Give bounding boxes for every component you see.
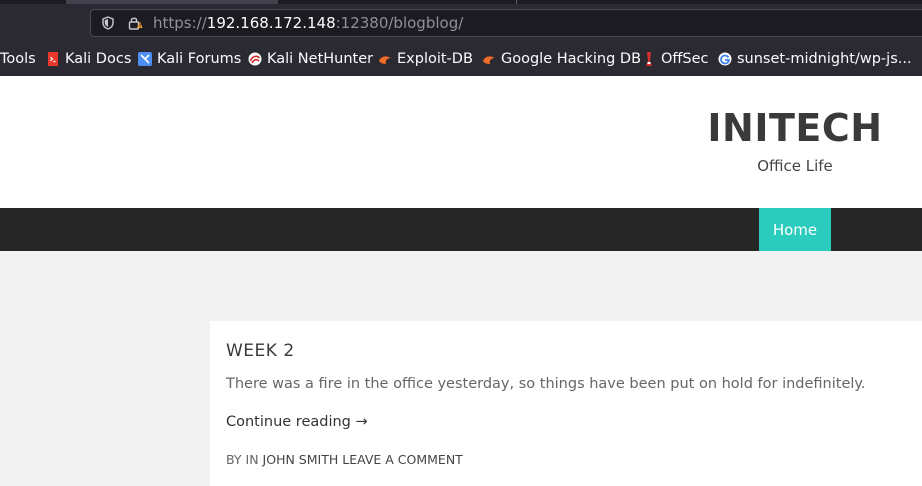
post-excerpt: There was a fire in the office yesterday… bbox=[226, 376, 866, 392]
bookmark-label: Tools bbox=[0, 51, 36, 67]
tracking-protection-shield-icon[interactable] bbox=[101, 16, 115, 30]
url-path: :12380/blogblog/ bbox=[335, 14, 464, 32]
post-title[interactable]: WEEK 2 bbox=[226, 341, 295, 361]
bookmark-kali-forums[interactable]: Kali Forums bbox=[138, 49, 241, 69]
exploit-db-icon bbox=[482, 52, 496, 66]
leave-comment-link[interactable]: LEAVE A COMMENT bbox=[342, 452, 463, 467]
insecure-lock-icon[interactable] bbox=[127, 15, 143, 31]
bookmark-kali-docs[interactable]: Kali Docs bbox=[46, 49, 131, 69]
site-description: Office Life bbox=[757, 157, 833, 175]
post-meta: BY IN JOHN SMITH LEAVE A COMMENT bbox=[226, 452, 463, 467]
bookmark-kali-nethunter[interactable]: Kali NetHunter bbox=[248, 49, 373, 69]
nav-home-link[interactable]: Home bbox=[759, 208, 831, 251]
bookmark-google-hacking-db[interactable]: Google Hacking DB bbox=[482, 49, 641, 69]
bookmark-label: Kali Docs bbox=[65, 51, 132, 67]
bookmark-label: Kali NetHunter bbox=[267, 51, 374, 67]
address-bar[interactable]: https://192.168.172.148:12380/blogblog/ bbox=[90, 9, 922, 37]
post-card: WEEK 2 There was a fire in the office ye… bbox=[210, 321, 922, 486]
main-navigation: Home bbox=[0, 208, 922, 251]
url-host: 192.168.172.148 bbox=[206, 14, 336, 32]
bookmarks-toolbar: Tools Kali Docs Kali Forums Kali NetHunt… bbox=[0, 40, 922, 76]
bookmark-exploit-db[interactable]: Exploit-DB bbox=[378, 49, 473, 69]
content-area: WEEK 2 There was a fire in the office ye… bbox=[0, 251, 922, 486]
site-title[interactable]: INITECH bbox=[690, 106, 900, 150]
bookmark-label: sunset-midnight/wp-js... bbox=[737, 51, 912, 67]
url-scheme: https:// bbox=[153, 14, 207, 32]
kali-forums-icon bbox=[138, 52, 152, 66]
meta-by-label: BY bbox=[226, 452, 242, 467]
exploit-db-icon bbox=[378, 52, 392, 66]
url-text[interactable]: https://192.168.172.148:12380/blogblog/ bbox=[153, 14, 463, 32]
bookmark-label: Kali Forums bbox=[157, 51, 242, 67]
bookmark-tools[interactable]: Tools bbox=[0, 49, 36, 69]
google-icon bbox=[718, 52, 732, 66]
kali-nethunter-icon bbox=[248, 52, 262, 66]
bookmark-sunset-midnight[interactable]: sunset-midnight/wp-js... bbox=[718, 49, 912, 69]
browser-toolbar: https://192.168.172.148:12380/blogblog/ bbox=[0, 4, 922, 40]
site-header: INITECH Office Life bbox=[0, 76, 922, 208]
continue-reading-link[interactable]: Continue reading → bbox=[226, 414, 368, 430]
bookmark-offsec[interactable]: OffSec bbox=[642, 49, 709, 69]
kali-docs-icon bbox=[46, 52, 60, 66]
author-link[interactable]: JOHN SMITH bbox=[263, 452, 339, 467]
bookmark-label: Google Hacking DB bbox=[501, 51, 642, 67]
meta-in-label: IN bbox=[245, 452, 259, 467]
offsec-icon bbox=[642, 52, 656, 66]
bookmark-label: Exploit-DB bbox=[397, 51, 473, 67]
bookmark-label: OffSec bbox=[661, 51, 709, 67]
